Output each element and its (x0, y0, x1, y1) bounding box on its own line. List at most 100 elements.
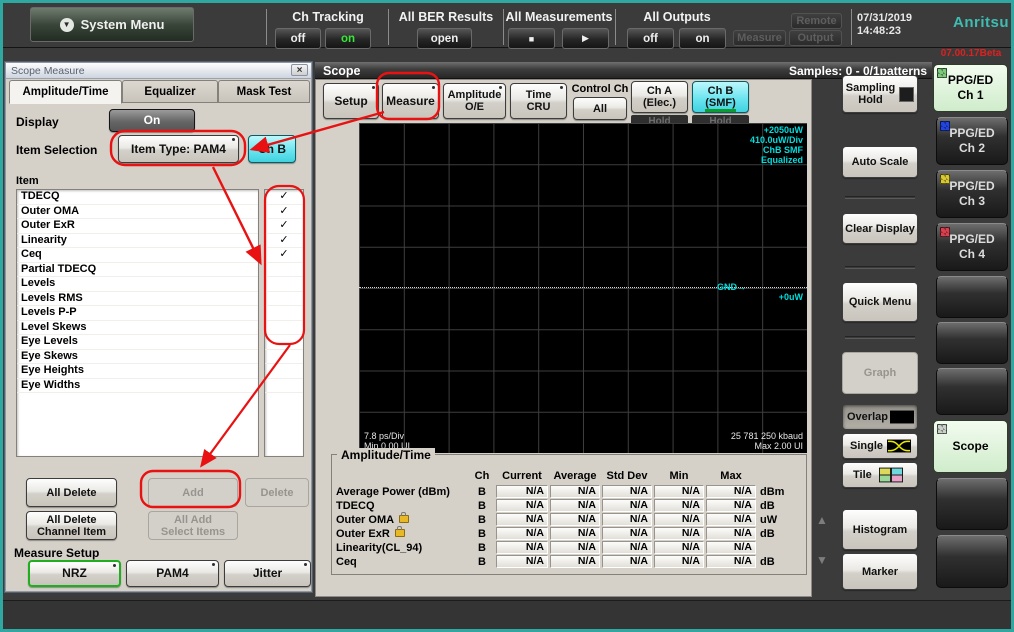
all-delete-button[interactable]: All Delete (26, 478, 117, 507)
tab-mask-test[interactable]: Mask Test (218, 80, 310, 103)
sidebar-tab-scope[interactable]: Scope (933, 420, 1008, 473)
result-value: N/A (496, 485, 548, 498)
item-row[interactable]: Outer OMA (17, 205, 258, 220)
item-row[interactable]: Partial TDECQ (17, 263, 258, 278)
item-row[interactable]: Ceq (17, 248, 258, 263)
item-list[interactable]: TDECQ Outer OMA Outer ExR Linearity Ceq … (16, 189, 259, 457)
delete-button[interactable]: Delete (245, 478, 309, 507)
result-value: N/A (706, 513, 756, 526)
item-row[interactable]: Eye Heights (17, 364, 258, 379)
result-row-name: Average Power (dBm) (336, 486, 450, 499)
system-menu-label: System Menu (81, 17, 165, 32)
channel-b-button[interactable]: Ch B (248, 135, 296, 163)
result-value: N/A (602, 485, 652, 498)
result-value: N/A (550, 499, 600, 512)
result-unit: dB (760, 500, 775, 512)
item-row[interactable]: Linearity (17, 234, 258, 249)
all-measurements-label: All Measurements (505, 10, 613, 24)
item-row[interactable]: Eye Levels (17, 335, 258, 350)
amplitude-oe-button[interactable]: Amplitude O/E (443, 83, 506, 119)
sidebar-tab-empty[interactable] (936, 535, 1008, 588)
sidebar-tab-empty[interactable] (936, 478, 1008, 530)
window-title: Scope Measure (11, 65, 85, 77)
result-row-name: Ceq (336, 556, 357, 569)
graph-button[interactable]: Graph (842, 352, 918, 394)
sampling-hold-button[interactable]: Sampling Hold (842, 75, 918, 113)
all-add-select-items-button[interactable]: All Add Select Items (148, 511, 238, 540)
pam4-mode-button[interactable]: PAM4 (126, 560, 219, 587)
scroll-up-button[interactable]: ▲ (816, 514, 828, 526)
result-value: N/A (550, 555, 600, 568)
all-measurements-stop-button[interactable]: ■ (508, 28, 555, 49)
channel-1-badge-icon (937, 68, 947, 78)
histogram-button[interactable]: Histogram (842, 509, 918, 550)
item-row[interactable]: TDECQ (17, 190, 258, 205)
time-cru-button[interactable]: Time CRU (510, 83, 567, 119)
sidebar-tab-ppged-ch2[interactable]: PPG/ED Ch 2 (936, 117, 1008, 165)
all-delete-channel-item-button[interactable]: All Delete Channel Item (26, 511, 117, 540)
nrz-mode-button[interactable]: NRZ (28, 560, 121, 587)
sidebar-tab-ppged-ch4[interactable]: PPG/ED Ch 4 (936, 223, 1008, 271)
marker-button[interactable]: Marker (842, 553, 918, 590)
item-row[interactable]: Eye Widths (17, 379, 258, 394)
scope-panel-body: Setup Measure Amplitude O/E Time CRU Con… (315, 79, 812, 597)
screen: ▼ System Menu Ch Tracking off on All BER… (0, 0, 1014, 632)
tile-view-button[interactable]: Tile (842, 462, 918, 488)
result-ch: B (469, 542, 495, 554)
jitter-mode-button[interactable]: Jitter (224, 560, 311, 587)
item-row[interactable]: Levels P-P (17, 306, 258, 321)
ch-tracking-on-button[interactable]: on (325, 28, 371, 49)
item-type-button[interactable]: Item Type: PAM4 (118, 135, 239, 163)
quick-menu-button[interactable]: Quick Menu (842, 282, 918, 322)
channel-a-elec-button[interactable]: Ch A (Elec.) (631, 81, 688, 113)
item-check (265, 335, 303, 350)
overlap-view-button[interactable]: Overlap (842, 404, 918, 430)
sidebar-tab-ppged-ch1[interactable]: PPG/ED Ch 1 (933, 64, 1008, 112)
scope-panel-header: Scope Samples: 0 - 0/1patterns (315, 62, 932, 79)
scope-setup-button[interactable]: Setup (323, 83, 379, 119)
window-title-bar[interactable]: Scope Measure × (6, 63, 311, 79)
system-menu-button[interactable]: ▼ System Menu (30, 7, 194, 42)
item-row[interactable]: Eye Skews (17, 350, 258, 365)
all-measurements-start-button[interactable]: ▶ (562, 28, 609, 49)
tab-amplitude-time[interactable]: Amplitude/Time (9, 80, 122, 104)
result-value: N/A (496, 499, 548, 512)
tab-label-line1: PPG/ED (949, 179, 994, 194)
scope-measure-button[interactable]: Measure (382, 83, 439, 119)
item-check (265, 263, 303, 278)
output-indicator: Output (789, 30, 842, 46)
all-ber-results-label: All BER Results (390, 10, 502, 24)
all-ber-open-button[interactable]: open (417, 28, 472, 49)
sidebar-tab-empty[interactable] (936, 368, 1008, 415)
scroll-down-button[interactable]: ▼ (816, 554, 828, 566)
results-title: Amplitude/Time (337, 448, 435, 462)
display-on-button[interactable]: On (109, 109, 195, 132)
ch-tracking-off-button[interactable]: off (275, 28, 321, 49)
control-ch-all-button[interactable]: All (573, 97, 627, 120)
item-row[interactable]: Levels (17, 277, 258, 292)
item-row[interactable]: Outer ExR (17, 219, 258, 234)
add-button[interactable]: Add (148, 478, 238, 507)
channel-2-badge-icon (940, 121, 950, 131)
item-row[interactable]: Level Skews (17, 321, 258, 336)
all-outputs-on-button[interactable]: on (679, 28, 726, 49)
result-value: N/A (654, 527, 704, 540)
result-value: N/A (602, 499, 652, 512)
sidebar-tab-empty[interactable] (936, 322, 1008, 364)
auto-scale-button[interactable]: Auto Scale (842, 146, 918, 178)
item-check (265, 306, 303, 321)
item-row[interactable]: Levels RMS (17, 292, 258, 307)
sidebar-tab-empty[interactable] (936, 276, 1008, 318)
clear-display-button[interactable]: Clear Display (842, 213, 918, 244)
single-view-button[interactable]: Single (842, 433, 918, 459)
result-row-name: TDECQ (336, 500, 375, 513)
all-outputs-off-button[interactable]: off (627, 28, 674, 49)
tile-view-icon (879, 467, 903, 483)
measure-indicator: Measure (733, 30, 786, 46)
item-check (265, 379, 303, 394)
close-icon[interactable]: × (291, 64, 308, 76)
ch-tracking-label: Ch Tracking (269, 10, 387, 24)
datetime: 07/31/2019 14:48:23 (857, 12, 923, 38)
sidebar-tab-ppged-ch3[interactable]: PPG/ED Ch 3 (936, 170, 1008, 218)
tab-equalizer[interactable]: Equalizer (122, 80, 218, 103)
